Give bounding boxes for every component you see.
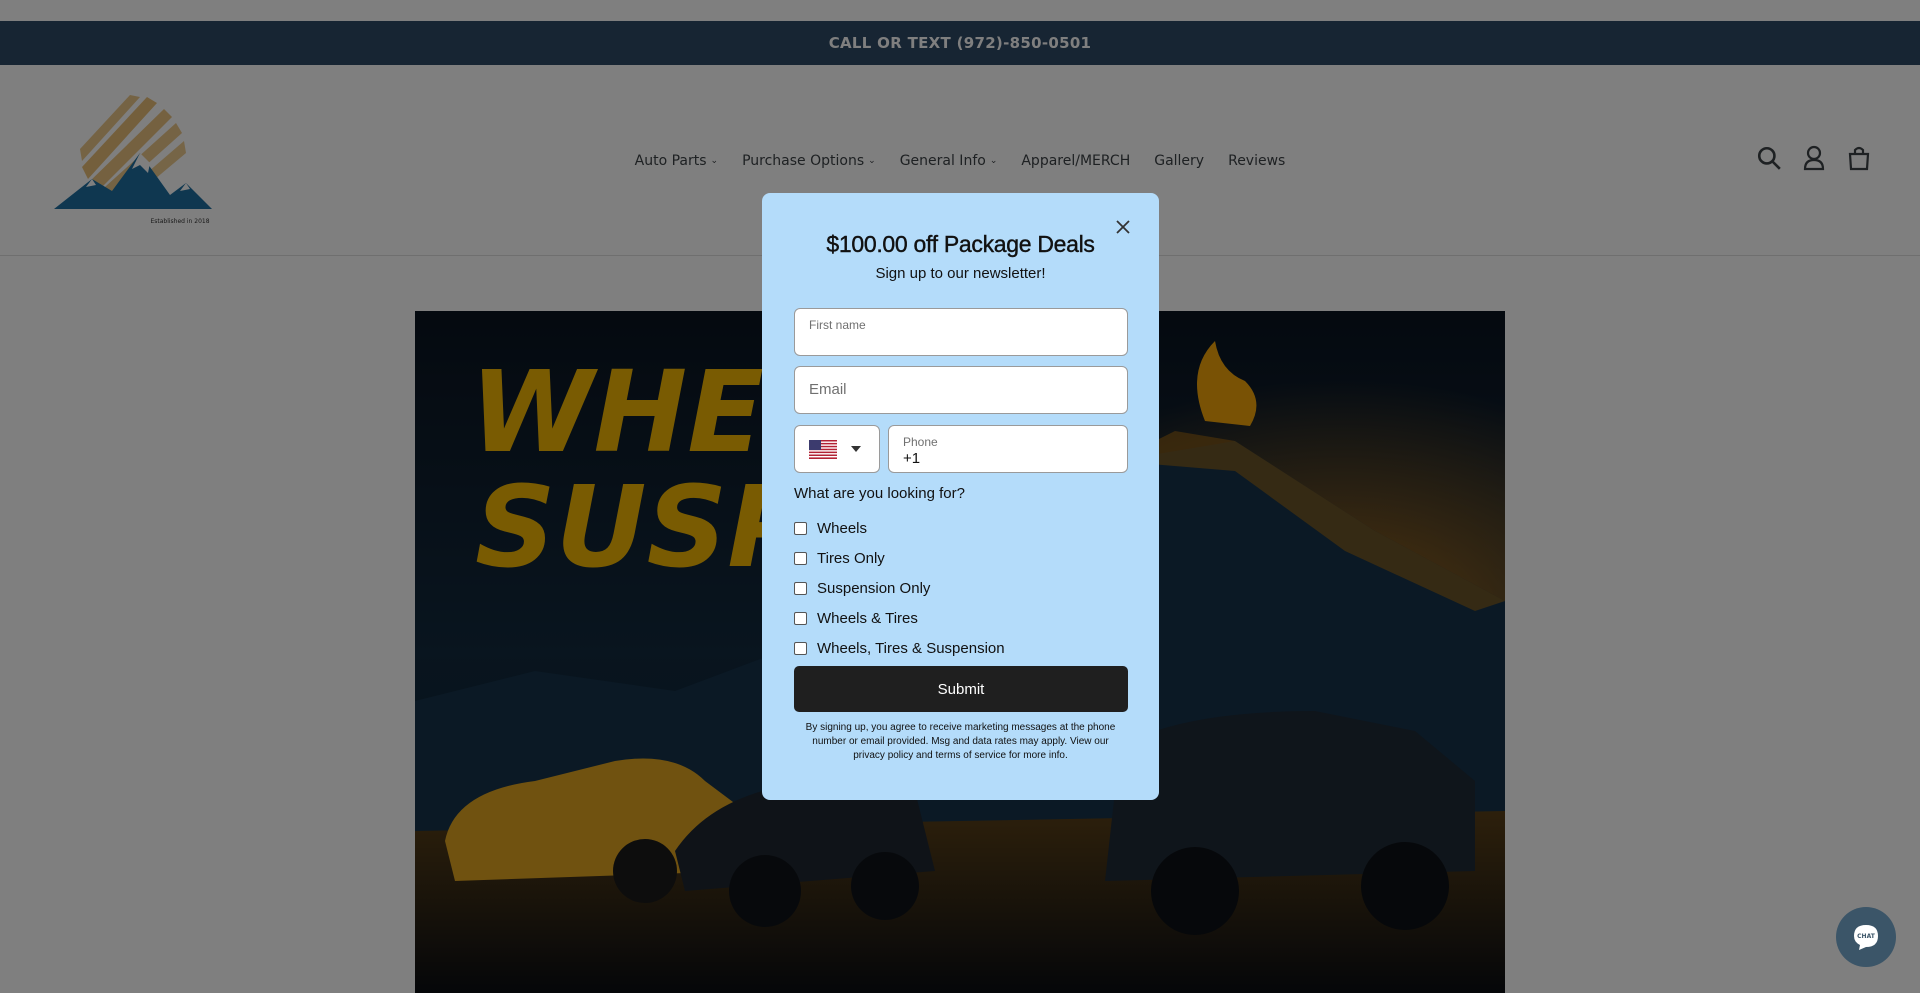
- option-wheels-tires[interactable]: Wheels & Tires: [794, 603, 1005, 633]
- us-flag-icon: [809, 440, 837, 459]
- option-wheels[interactable]: Wheels: [794, 513, 1005, 543]
- first-name-field[interactable]: First name: [794, 308, 1128, 356]
- legal-text: By signing up, you agree to receive mark…: [805, 722, 1116, 761]
- checkbox[interactable]: [794, 551, 807, 565]
- interest-options: Wheels Tires Only Suspension Only Wheels…: [794, 513, 1005, 663]
- phone-field[interactable]: Phone +1: [888, 425, 1128, 473]
- option-wheels-tires-suspension[interactable]: Wheels, Tires & Suspension: [794, 633, 1005, 663]
- phone-label: Phone: [903, 435, 938, 449]
- first-name-label: First name: [809, 318, 866, 332]
- newsletter-popup: $100.00 off Package Deals Sign up to our…: [762, 193, 1159, 800]
- phone-value: +1: [903, 450, 921, 467]
- country-code-select[interactable]: [794, 425, 880, 473]
- chat-button[interactable]: CHAT: [1836, 907, 1896, 967]
- option-label: Wheels & Tires: [817, 609, 918, 627]
- option-label: Wheels, Tires & Suspension: [817, 639, 1005, 657]
- option-label: Tires Only: [817, 549, 885, 567]
- option-label: Suspension Only: [817, 579, 931, 597]
- submit-button[interactable]: Submit: [794, 666, 1128, 712]
- checkbox[interactable]: [794, 521, 807, 535]
- email-field[interactable]: Email: [794, 366, 1128, 414]
- checkbox[interactable]: [794, 641, 807, 655]
- chevron-down-icon: [851, 446, 861, 452]
- checkbox[interactable]: [794, 611, 807, 625]
- popup-subtitle: Sign up to our newsletter!: [875, 265, 1046, 282]
- email-placeholder: Email: [809, 381, 847, 398]
- checkbox[interactable]: [794, 581, 807, 595]
- interest-question: What are you looking for?: [794, 485, 965, 502]
- chat-label: CHAT: [1857, 933, 1876, 940]
- option-tires-only[interactable]: Tires Only: [794, 543, 1005, 573]
- option-suspension-only[interactable]: Suspension Only: [794, 573, 1005, 603]
- popup-title: $100.00 off Package Deals: [826, 231, 1095, 257]
- option-label: Wheels: [817, 519, 868, 537]
